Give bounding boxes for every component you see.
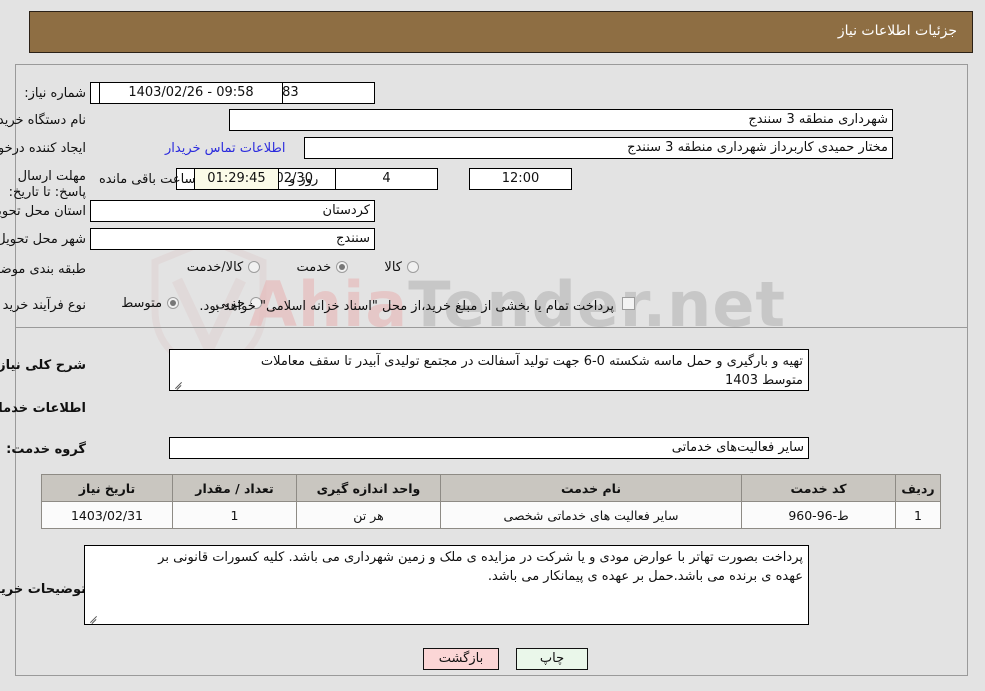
radio-khedmat-icon[interactable] — [337, 261, 350, 273]
general-description-line-1: تهیه و بارگیری و حمل ماسه شکسته 0-6 جهت … — [261, 354, 804, 369]
need-number-label: شماره نیاز: — [25, 86, 87, 101]
delivery-province-field: کردستان — [91, 200, 376, 222]
deadline-time-field: 12:00 — [470, 168, 573, 190]
services-section-title: اطلاعات خدمات مورد نیاز — [0, 401, 87, 416]
buyer-org-field: شهرداری منطقه 3 سنندج — [230, 109, 894, 131]
page-header-bar: جزئیات اطلاعات نیاز — [30, 11, 974, 53]
response-deadline-label: مهلت ارسال پاسخ: تا تاریخ: — [9, 169, 87, 200]
general-description-line-2: متوسط 1403 — [725, 373, 804, 388]
remaining-countdown-field: 01:29:45 — [195, 168, 280, 190]
services-table: ردیف کد خدمت نام خدمت واحد اندازه گیری ت… — [42, 474, 942, 529]
radio-motavaset-icon[interactable] — [168, 297, 181, 309]
radio-kala-icon[interactable] — [408, 261, 420, 273]
col-code: کد خدمت — [742, 474, 897, 502]
buyer-notes-label: توضیحات خریدار: — [0, 582, 87, 597]
announcement-datetime-field: 09:58 - 1403/02/26 — [100, 82, 284, 104]
table-row: 1 ط-96-960 سایر فعالیت های خدماتی شخصی ه… — [42, 501, 942, 529]
cell-quantity: 1 — [173, 501, 298, 529]
category-option-kala-khedmat-label: کالا/خدمت — [187, 260, 245, 275]
col-date: تاریخ نیاز — [42, 474, 174, 502]
days-and-label: روز و — [290, 172, 320, 187]
delivery-city-label: شهر محل تحویل: — [0, 232, 87, 247]
cell-unit: هر تن — [297, 501, 442, 529]
delivery-province-label: استان محل تحویل: — [0, 204, 87, 219]
treasury-bond-note: پرداخت تمام یا بخشی از مبلغ خرید،از محل … — [200, 299, 615, 314]
process-option-motavaset-label: متوسط — [122, 296, 164, 311]
category-option-khedmat-label: خدمت — [297, 260, 333, 275]
print-button[interactable]: چاپ — [517, 648, 589, 670]
col-quantity: تعداد / مقدار — [173, 474, 298, 502]
col-unit: واحد اندازه گیری — [297, 474, 442, 502]
back-button[interactable]: بازگشت — [424, 648, 500, 670]
category-option-khedmat[interactable]: خدمت — [298, 260, 350, 275]
cell-index: 1 — [896, 501, 942, 529]
treasury-bond-checkbox[interactable] — [623, 297, 636, 312]
section-divider-1 — [16, 327, 969, 328]
service-group-label: گروه خدمت: — [7, 442, 87, 457]
general-description-label: شرح کلی نیاز: — [0, 358, 87, 373]
category-option-kala[interactable]: کالا — [385, 260, 420, 275]
cell-name: سایر فعالیت های خدماتی شخصی — [441, 501, 743, 529]
buyer-org-label: نام دستگاه خریدار: — [0, 113, 87, 128]
buyer-notes-line-2: عهده ی برنده می باشد.حمل بر عهده ی پیمان… — [488, 569, 804, 584]
resize-grip-icon[interactable] — [89, 613, 99, 623]
checkbox-icon[interactable] — [623, 297, 636, 310]
radio-kala-khedmat-icon[interactable] — [249, 261, 262, 273]
resize-grip-icon[interactable] — [174, 379, 184, 389]
remaining-days-field: 4 — [336, 168, 439, 190]
category-option-kala-khedmat[interactable]: کالا/خدمت — [188, 260, 262, 275]
service-group-field: سایر فعالیت‌های خدماتی — [170, 437, 810, 459]
request-creator-field: مختار حمیدی کاربرداز شهرداری منطقه 3 سنن… — [305, 137, 894, 159]
category-radio-group: کالا خدمت کالا/خدمت — [188, 260, 420, 275]
category-option-kala-label: کالا — [385, 260, 403, 275]
buyer-contact-link[interactable]: اطلاعات تماس خریدار — [166, 141, 286, 156]
col-name: نام خدمت — [441, 474, 743, 502]
col-index: ردیف — [896, 474, 942, 502]
buyer-notes-line-1: پرداخت بصورت تهاتر با عوارض مودی و یا شر… — [159, 550, 804, 565]
purchase-process-label: نوع فرآیند خرید : — [0, 298, 87, 313]
subject-category-label: طبقه بندی موضوعی: — [0, 262, 87, 277]
process-option-motavaset[interactable]: متوسط — [122, 296, 181, 311]
buyer-notes-textarea[interactable]: پرداخت بصورت تهاتر با عوارض مودی و یا شر… — [85, 545, 810, 625]
cell-date: 1403/02/31 — [42, 501, 174, 529]
cell-code: ط-96-960 — [742, 501, 897, 529]
request-creator-label: ایجاد کننده درخواست: — [0, 141, 87, 156]
page-title: جزئیات اطلاعات نیاز — [838, 23, 958, 39]
remaining-suffix-label: ساعت باقی مانده — [100, 172, 197, 187]
delivery-city-field: سنندج — [91, 228, 376, 250]
table-header-row: ردیف کد خدمت نام خدمت واحد اندازه گیری ت… — [42, 474, 942, 502]
general-description-textarea[interactable]: تهیه و بارگیری و حمل ماسه شکسته 0-6 جهت … — [170, 349, 810, 391]
